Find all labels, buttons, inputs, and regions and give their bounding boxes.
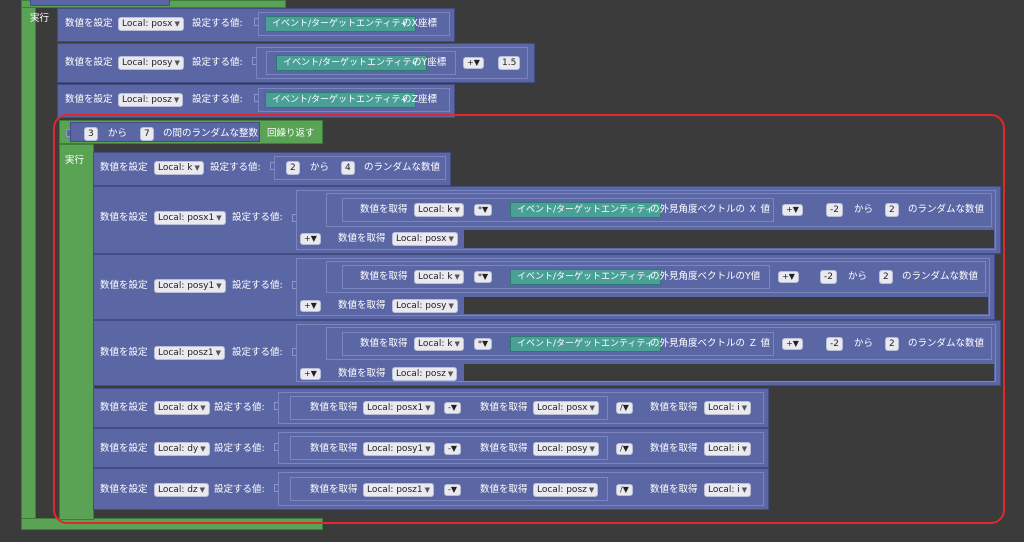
highlight-box (53, 114, 1005, 524)
set-value-label: 数値を設定 (65, 18, 113, 29)
number-field[interactable]: 1.5 (498, 56, 521, 70)
set-value-label: 数値を設定 (65, 94, 113, 105)
x-coord-label: のX座標 (402, 18, 438, 29)
var-posz-dropdown[interactable]: Local: posz ▼ (118, 93, 184, 107)
var-posx-dropdown[interactable]: Local: posx ▼ (118, 17, 184, 31)
set-to-label: 設定する値: (192, 57, 243, 68)
input-connector (254, 18, 258, 26)
entity-block[interactable]: イベント/ターゲットエンティティ (276, 55, 427, 71)
set-to-label: 設定する値: (192, 18, 243, 29)
var-posy-dropdown[interactable]: Local: posy ▼ (118, 56, 184, 70)
outer-event-block[interactable] (21, 0, 36, 530)
outer-exec-label: 実行 (30, 13, 50, 24)
plus-operator-dropdown[interactable]: +▼ (463, 57, 484, 69)
input-connector (252, 57, 256, 65)
cut-top-block (30, 0, 170, 6)
set-value-label: 数値を設定 (65, 57, 113, 68)
input-connector (254, 94, 258, 102)
z-coord-label: のZ座標 (402, 94, 438, 105)
entity-block[interactable]: イベント/ターゲットエンティティ (265, 92, 416, 108)
y-coord-label: のY座標 (412, 57, 447, 68)
entity-block[interactable]: イベント/ターゲットエンティティ (265, 16, 416, 32)
set-to-label: 設定する値: (192, 94, 243, 105)
